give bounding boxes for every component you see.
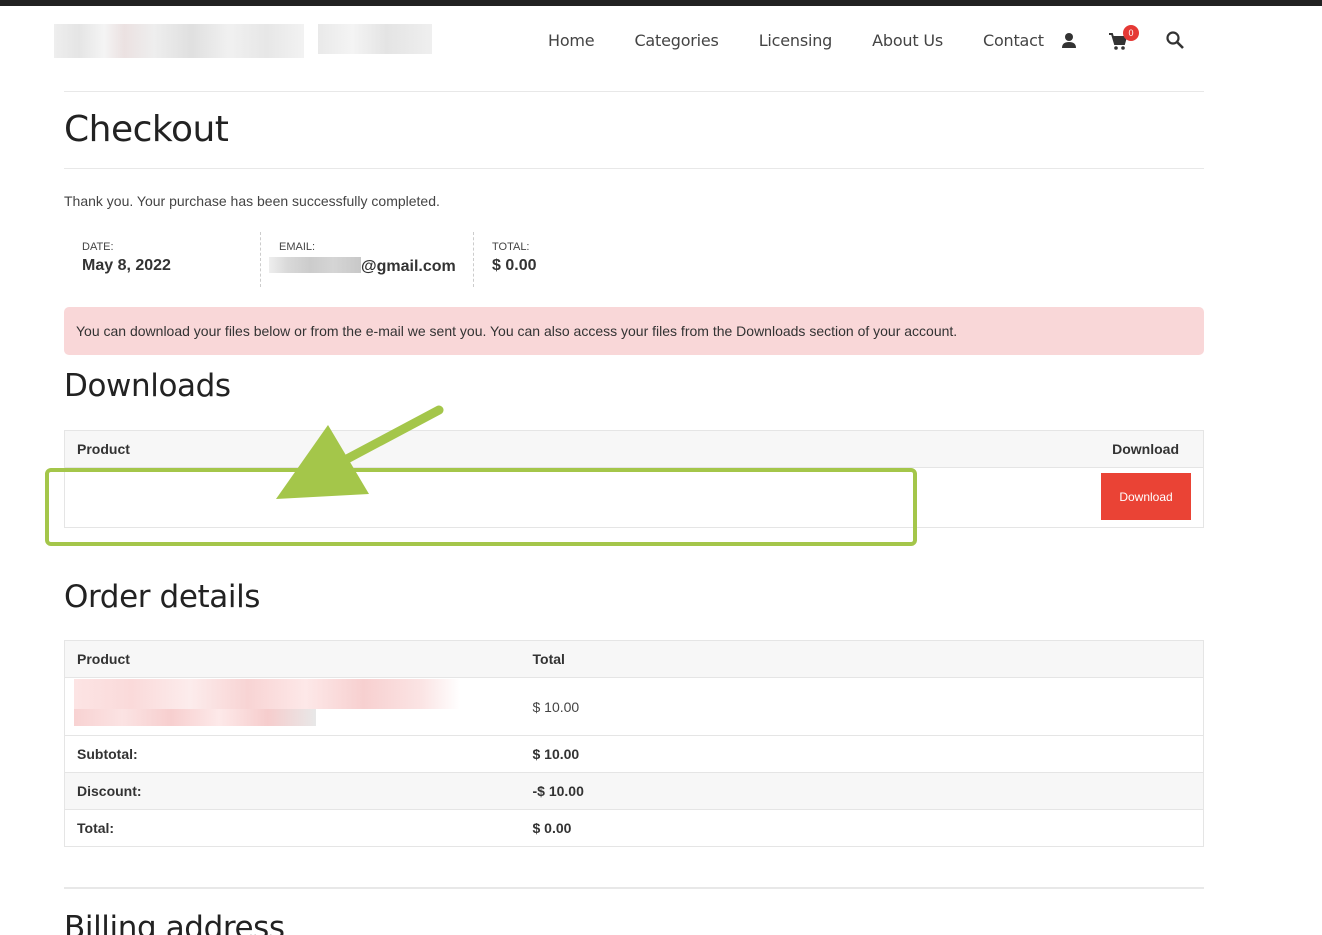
annotation-arrow-head [276, 425, 369, 499]
annotation-highlight-box [45, 468, 917, 546]
annotation-overlay [45, 405, 917, 546]
